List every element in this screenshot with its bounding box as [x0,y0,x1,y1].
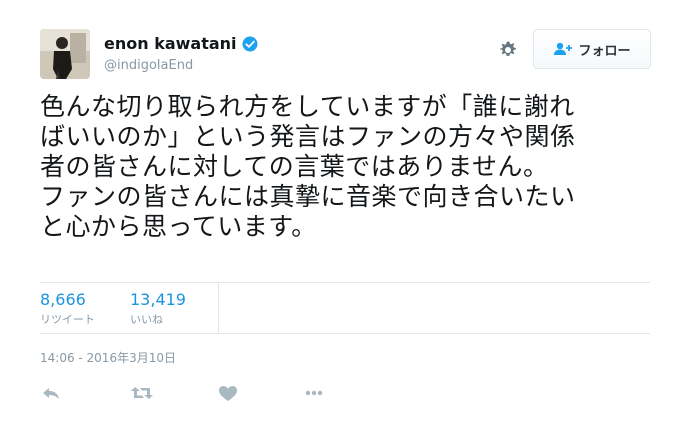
stats-divider-top [40,282,650,283]
reply-button[interactable] [40,384,62,402]
stats-vertical-divider [218,283,219,333]
more-icon [305,390,323,396]
like-count: 13,419 [130,290,186,309]
retweet-button[interactable] [130,384,154,402]
retweet-icon [131,387,153,399]
tweet-text-line: 者の皆さんに対しての言葉ではありません。 [40,152,549,181]
avatar[interactable] [40,29,90,79]
verified-badge-icon [242,36,258,51]
tweet-text-line: 色んな切り取られ方をしていますが「誰に謝れ [40,92,575,121]
like-stat[interactable]: 13,419 いいね [130,290,186,327]
display-name[interactable]: enon kawatani [104,34,237,53]
add-user-icon [554,42,573,55]
user-handle[interactable]: @indigolaEnd [104,58,193,73]
like-icon [219,386,237,401]
tweet-timestamp[interactable]: 14:06 - 2016年3月10日 [40,349,176,366]
like-button[interactable] [217,384,239,402]
avatar-photo [40,29,90,79]
retweet-count: 8,666 [40,290,86,309]
retweet-label: リツイート [40,313,95,326]
follow-button[interactable]: フォロー [533,29,651,69]
tweet-text: 色んな切り取られ方をしていますが「誰に謝れ ばいいのか」という発言はファンの方々… [40,92,655,242]
tweet-text-line: ばいいのか」という発言はファンの方々や関係 [40,122,576,151]
more-button[interactable] [303,384,325,402]
like-label: いいね [130,313,163,326]
gear-icon[interactable] [498,40,518,60]
tweet-text-line: ファンの皆さんには真摯に音楽で向き合いたい [40,182,576,211]
retweet-stat[interactable]: 8,666 リツイート [40,290,95,327]
tweet-text-line: と心から思っています。 [40,212,317,241]
reply-icon [43,388,59,399]
follow-button-label: フォロー [578,43,631,59]
stats-divider-bottom [40,333,650,334]
